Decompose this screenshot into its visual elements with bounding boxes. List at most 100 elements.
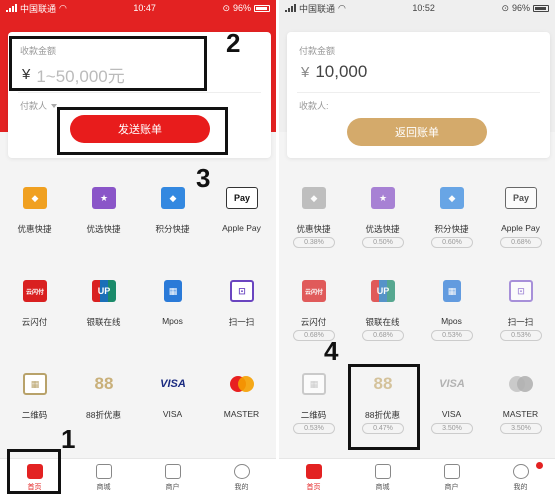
battery-percent: 96% xyxy=(232,3,251,13)
payment-item[interactable]: ◆ 积分快捷 xyxy=(138,175,207,263)
payment-item-label: MASTER xyxy=(502,409,539,419)
carrier-name: 中国联通 xyxy=(299,3,336,14)
screenshot-pair: 中国联通 ◠ 10:47 ⊙ 96% 收款金额 ¥ 1~50,000元 付款人 … xyxy=(0,0,555,494)
battery-icon xyxy=(254,4,270,12)
payment-item[interactable]: ▦ Mpos 0.53% xyxy=(417,268,486,356)
merchant-icon xyxy=(444,464,460,479)
tab-merchant[interactable]: 商户 xyxy=(417,459,486,494)
notification-dot xyxy=(536,462,543,469)
status-bar: 中国联通 ◠ 10:47 ⊙ 96% xyxy=(0,0,276,16)
payment-item-label: VISA xyxy=(162,409,183,419)
rate-badge: 0.38% xyxy=(293,237,335,248)
payer-selector[interactable]: 付款人 xyxy=(20,99,58,112)
pos-terminal-icon: ▦ xyxy=(164,280,182,302)
payment-item-label: 扫一扫 xyxy=(507,317,534,327)
payment-item-label: 优选快捷 xyxy=(365,224,400,234)
payment-item-label: Apple Pay xyxy=(501,223,540,233)
payment-item[interactable]: ★ 优选快捷 xyxy=(69,175,138,263)
rate-badge: 0.53% xyxy=(293,423,335,434)
tab-label: 我的 xyxy=(513,484,528,491)
payment-item[interactable]: UP 银联在线 xyxy=(69,268,138,356)
amount-display: ¥ 10,000 xyxy=(301,62,367,82)
diamond-icon: ◆ xyxy=(440,187,464,209)
shop-icon xyxy=(375,464,391,479)
payment-item[interactable]: Pay Apple Pay 0.68% xyxy=(486,175,555,263)
star-icon: ★ xyxy=(92,187,116,209)
alarm-icon: ⊙ xyxy=(501,2,509,13)
rate-badge: 0.53% xyxy=(500,330,542,341)
payment-item[interactable]: Pay Apple Pay xyxy=(207,175,276,263)
qr-code-icon: ▦ xyxy=(302,373,326,395)
payment-item-label: Mpos xyxy=(441,316,462,326)
payment-item-label: 扫一扫 xyxy=(228,317,255,327)
payment-item[interactable]: VISA VISA 3.50% xyxy=(417,361,486,449)
return-bill-button[interactable]: 返回账单 xyxy=(347,118,487,146)
payment-item-label: 云闪付 xyxy=(21,317,48,327)
visa-icon: VISA xyxy=(160,378,186,390)
payment-item[interactable]: ▦ Mpos xyxy=(138,268,207,356)
unionpay-icon: UP xyxy=(92,280,116,302)
payment-item[interactable]: ◆ 积分快捷 0.60% xyxy=(417,175,486,263)
quickpass-icon: 云闪付 xyxy=(302,280,326,302)
payment-item[interactable]: ★ 优选快捷 0.50% xyxy=(348,175,417,263)
status-bar: 中国联通 ◠ 10:52 ⊙ 96% xyxy=(279,0,555,16)
payment-item-label: 88折优惠 xyxy=(86,410,121,420)
payment-item-label: Mpos xyxy=(162,316,183,326)
amount-label: 付款金额 xyxy=(299,46,336,56)
payment-item[interactable]: 88 88折优惠 xyxy=(69,361,138,449)
carrier-name: 中国联通 xyxy=(20,3,57,14)
quickpass-icon: 云闪付 xyxy=(23,280,47,302)
rate-badge: 0.60% xyxy=(431,237,473,248)
payment-item[interactable]: ▦ 二维码 0.53% xyxy=(279,361,348,449)
left-phone-screen: 中国联通 ◠ 10:47 ⊙ 96% 收款金额 ¥ 1~50,000元 付款人 … xyxy=(0,0,276,494)
tab-label: 商城 xyxy=(96,484,111,491)
tab-shop[interactable]: 商城 xyxy=(69,459,138,494)
rate-badge: 3.50% xyxy=(500,423,542,434)
tab-label: 商户 xyxy=(444,484,459,491)
annotation-box-home xyxy=(7,449,61,494)
payment-item[interactable]: VISA VISA xyxy=(138,361,207,449)
payment-item[interactable]: UP 银联在线 0.68% xyxy=(348,268,417,356)
payment-item[interactable]: ⊡ 扫一扫 0.53% xyxy=(486,268,555,356)
signal-icon xyxy=(6,4,17,12)
annotation-number: 2 xyxy=(226,28,241,58)
payment-item[interactable]: ◆ 优惠快捷 0.38% xyxy=(279,175,348,263)
payment-item-label: 优选快捷 xyxy=(86,224,121,234)
payment-item[interactable]: ▦ 二维码 xyxy=(0,361,69,449)
bottom-tab-bar: 首页 商城 商户 我的 xyxy=(279,458,555,494)
mastercard-icon xyxy=(506,373,536,395)
annotation-box-button xyxy=(57,107,228,155)
payee-field: 收款人: xyxy=(299,99,329,112)
profile-icon xyxy=(513,464,529,479)
payment-item-label: 积分快捷 xyxy=(434,224,469,234)
tab-merchant[interactable]: 商户 xyxy=(138,459,207,494)
payee-label: 收款人: xyxy=(299,101,329,111)
tag-icon: ◆ xyxy=(23,187,47,209)
rate-badge: 0.68% xyxy=(362,330,404,341)
tab-label: 我的 xyxy=(234,484,249,491)
payer-label: 付款人 xyxy=(20,101,48,111)
annotation-box-88-discount xyxy=(348,364,420,450)
rate-badge: 0.53% xyxy=(431,330,473,341)
star-icon: ★ xyxy=(371,187,395,209)
status-time: 10:47 xyxy=(133,3,156,13)
currency-symbol: ¥ xyxy=(301,63,310,81)
payment-item[interactable]: ◆ 优惠快捷 xyxy=(0,175,69,263)
tab-profile[interactable]: 我的 xyxy=(486,459,555,494)
rate-badge: 0.50% xyxy=(362,237,404,248)
right-phone-screen: 中国联通 ◠ 10:52 ⊙ 96% 付款金额 ¥ 10,000 收款人: 返回… xyxy=(279,0,555,494)
tag-icon: ◆ xyxy=(302,187,326,209)
tab-home[interactable]: 首页 xyxy=(279,459,348,494)
payment-item[interactable]: 云闪付 云闪付 xyxy=(0,268,69,356)
alarm-icon: ⊙ xyxy=(222,2,230,13)
payment-item-label: 二维码 xyxy=(21,410,48,420)
tab-shop[interactable]: 商城 xyxy=(348,459,417,494)
payment-item[interactable]: MASTER xyxy=(207,361,276,449)
tab-profile[interactable]: 我的 xyxy=(207,459,276,494)
battery-icon xyxy=(533,4,549,12)
tab-label: 商城 xyxy=(375,484,390,491)
payment-item[interactable]: ⊡ 扫一扫 xyxy=(207,268,276,356)
payment-item-label: 积分快捷 xyxy=(155,224,190,234)
payment-item[interactable]: MASTER 3.50% xyxy=(486,361,555,449)
battery-percent: 96% xyxy=(511,3,530,13)
